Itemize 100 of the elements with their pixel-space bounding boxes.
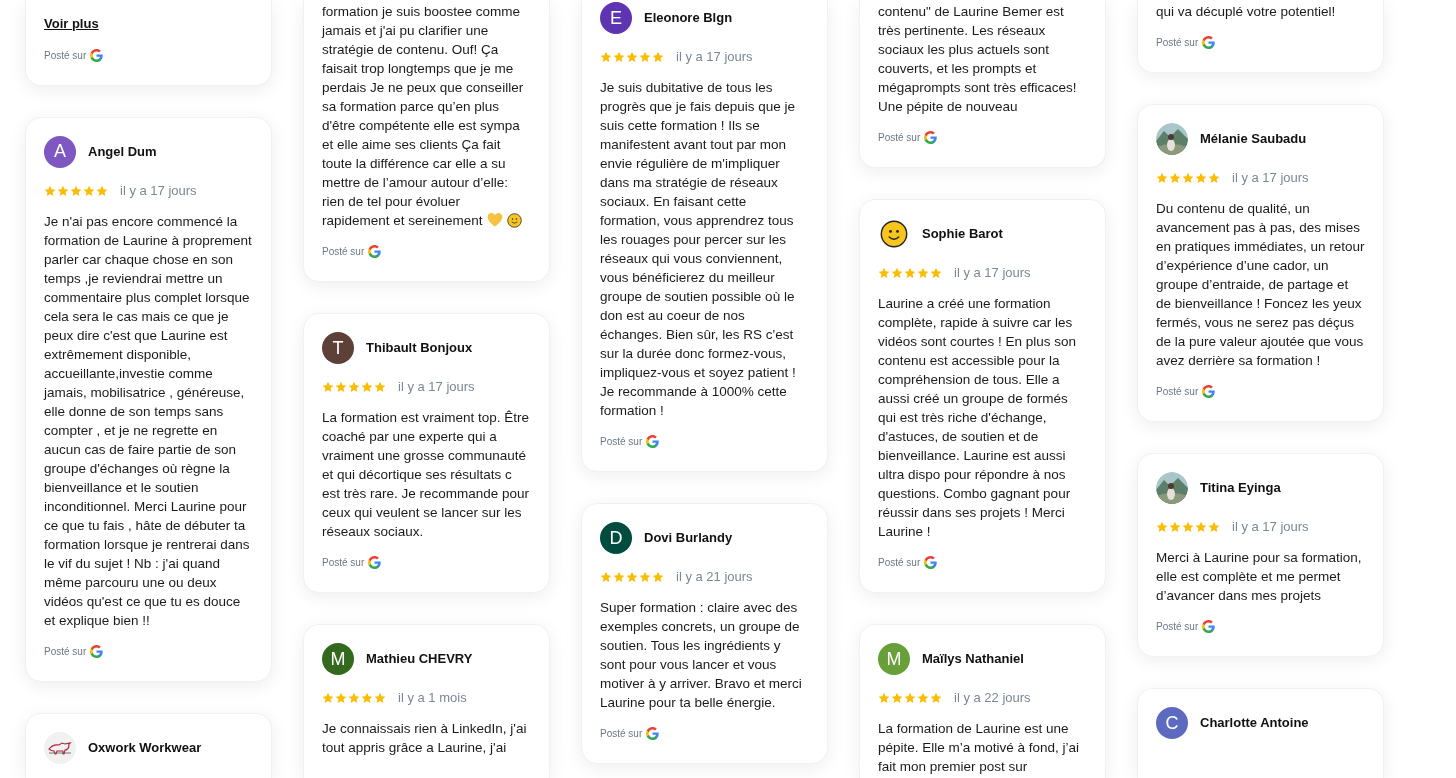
bull-logo-icon [44, 731, 76, 764]
review-date: il y a 1 mois [398, 689, 467, 708]
star-icon [348, 381, 360, 393]
review-text: La formation de Laurine est une pépite. Elle m’a motivé à fond, j’ai fait mon premier post sur [878, 720, 1081, 776]
star-icon [917, 267, 929, 279]
star-icon [626, 51, 638, 63]
star-icon [1156, 172, 1168, 184]
smile-icon [506, 213, 522, 228]
google-icon [924, 131, 938, 144]
star-icon [57, 184, 69, 197]
star-icon [322, 692, 334, 704]
posted-on-label: Posté sur [600, 727, 643, 741]
review-date: il y a 22 jours [954, 689, 1031, 708]
reviewer-name: Titina Eyinga [1200, 479, 1281, 498]
star-icon [891, 267, 903, 279]
posted-on-label: Posté sur [1156, 620, 1199, 634]
review-text: contenu" de Laurine Bemer est très pertinente. Les réseaux sociaux les plus actuels sont couverts, et les prompts et mégaprompts sont très efficaces! Une pépite de nouveau [878, 3, 1078, 116]
posted-on-label: Posté sur [322, 245, 365, 259]
posted-on-label: Posté sur [878, 556, 921, 570]
star-icon [83, 184, 95, 197]
star-icon [44, 184, 56, 197]
reviewer-name: Oxwork Workwear [88, 738, 202, 757]
posted-on-label: Posté sur [1156, 385, 1199, 399]
reviewer-name: Maïlys Nathaniel [922, 650, 1024, 669]
reviewer-name: Eleonore Blgn [644, 9, 733, 28]
posted-on-label: Posté sur [322, 556, 365, 570]
avatar: M [878, 643, 910, 675]
star-icon [904, 692, 916, 704]
posted-on-label: Posté sur [44, 644, 87, 659]
star-icon [930, 692, 942, 704]
review-text: formation je suis boostee comme jamais et j'ai pu clarifier une stratégie de contenu. Ouf! Ça faisait trop longtemps que je me perdais Je ne peux que conseiller sa formation parce qu’en plus d'être compétente elle est sympa et elle aime ses clients Ça fait toute la différence car elle a su mettre de l’amour autour d’elle: rien de tel pour évoluer rapidement et sereinement [322, 3, 525, 230]
star-icon [335, 381, 347, 393]
smiley-avatar-icon [880, 220, 908, 248]
reviewer-name: Angel Dum [88, 142, 157, 161]
star-icon [374, 692, 386, 704]
see-more-link[interactable]: Voir plus [44, 14, 99, 34]
avatar: E [600, 2, 632, 34]
review-text: Je connaissais rien à LinkedIn, j'ai tout appris grâce a Laurine, j'ai [322, 720, 528, 757]
star-icon [1195, 172, 1207, 184]
star-icon [930, 267, 942, 279]
review-date: il y a 17 jours [1232, 518, 1309, 537]
posted-on-label: Posté sur [600, 435, 643, 449]
heart-icon [486, 212, 503, 227]
review-text: Laurine a créé une formation complète, rapide à suivre car les vidéos sont courtes ! En plus son contenu est accessible pour la compréhension de tous. Elle a aussi créé un groupe de formés qui est très riche d'échange, d'astuces, de soutien et de bienveillance. Laurine est aussi ultra dispo pour répondre à nos questions. Combo gagnant pour réussir dans ses projets ! Merci Laurine ! [878, 295, 1078, 541]
review-text: Je suis dubitative de tous les progrès que je fais depuis que je suis cette formation ! Ils se manifestent avant tout par mon envie régulière de m'impliquer dans ma stratégie de réseaux sociaux. En faisant cette formation, vous apprendrez tous les rouages pour percer sur les réseaux qui vous conviennent, vous bénéficierez du meilleur groupe de soutien possible où le don est au coeur de nos échanges. Bien sûr, les RS c'est sur la durée donc formez-vous, impliquez-vous et soyez patient ! Je recommande à 1000% cette formation ! [600, 79, 797, 420]
google-icon [924, 556, 938, 569]
google-icon [1202, 36, 1216, 49]
reviewer-name: Sophie Barot [922, 225, 1003, 244]
review-date: il y a 17 jours [954, 264, 1031, 283]
avatar: T [322, 332, 354, 364]
review-date: il y a 17 jours [120, 181, 197, 200]
star-icon [652, 571, 664, 583]
star-icon [361, 381, 373, 393]
avatar: D [600, 522, 632, 554]
star-icon [1169, 521, 1181, 533]
review-date: il y a 17 jours [676, 48, 753, 67]
posted-on-label: Posté sur [878, 131, 921, 145]
google-icon [646, 435, 660, 448]
review-text: Merci à Laurine pour sa formation, elle est complète et me permet d’avancer dans mes projets [1156, 549, 1363, 605]
star-icon [639, 51, 651, 63]
star-icon [1208, 521, 1220, 533]
avatar: C [1156, 707, 1188, 739]
star-icon [613, 51, 625, 63]
star-icon [1182, 172, 1194, 184]
google-icon [90, 48, 104, 62]
reviewer-name: Mélanie Saubadu [1200, 130, 1307, 149]
star-icon [626, 571, 638, 583]
star-icon [374, 381, 386, 393]
review-text: La formation est vraiment top. Être coaché par une experte qui a vraiment une grosse communauté et qui décortique ses résultats c est très rare. Je recommande pour ceux qui veulent se lancer sur les réseaux sociaux. [322, 409, 531, 541]
google-icon [368, 556, 382, 569]
star-icon [891, 692, 903, 704]
star-icon [878, 267, 890, 279]
google-icon [1202, 620, 1216, 633]
star-icon [1195, 521, 1207, 533]
star-icon [335, 692, 347, 704]
star-icon [70, 184, 82, 197]
star-icon [1182, 521, 1194, 533]
avatar: M [322, 643, 354, 675]
review-text: Je n'ai pas encore commencé la formation de Laurine à proprement parler car chaque chose en son temps ,je reviendrai mettre un commentaire plus complet lorsque cela sera le cas mais ce que je peux dire c'est que Laurine est extrêmement disponible, accueillante,investie comme jamais, mobilisatrice , généreuse, elle donne de son temps sans compter , et je ne regrette en aucun cas de faire partie de son groupe d'échanges où règne la bienveillance et le soutien inconditionnel. Merci Laurine pour ce que tu fais , hâte de débuter ta formation lorsque je rentrerai dans le vif du sujet ! Nb : j'ai quand même parcouru une ou deux vidéos qu'est ce que tu es douce et explique bien !! [44, 212, 253, 630]
review-date: il y a 21 jours [676, 568, 753, 587]
review-date: il y a 17 jours [398, 378, 475, 397]
google-icon [646, 727, 660, 740]
star-icon [639, 571, 651, 583]
review-text: Super formation : claire avec des exemples concrets, un groupe de soutien. Tous les ingrédients y sont pour vous lancer et vous motiver à y arriver. Bravo et merci Laurine pour ta belle énergie. [600, 599, 803, 712]
review-text: Du contenu de qualité, un avancement pas à pas, des mises en pratiques immédiates, un retour d’expérience d’une cador, un groupe d’entraide, de partage et de bienveillance ! Foncez les yeux fermés, vous ne serez pas déçus de la pure valeur ajoutée que vous avez derrière sa formation ! [1156, 200, 1365, 370]
review-date: il y a 17 jours [1232, 169, 1309, 188]
star-icon [1169, 172, 1181, 184]
reviewer-name: Charlotte Antoine [1200, 714, 1309, 733]
star-icon [600, 51, 612, 63]
star-icon [348, 692, 360, 704]
star-icon [1156, 521, 1168, 533]
google-icon [368, 245, 382, 258]
star-icon [652, 51, 664, 63]
posted-on-label: Posté sur [44, 48, 87, 63]
star-icon [904, 267, 916, 279]
star-icon [322, 381, 334, 393]
reviewer-name: Thibault Bonjoux [366, 339, 473, 358]
star-icon [1208, 172, 1220, 184]
posted-on-label: Posté sur [1156, 36, 1199, 50]
reviewer-name: Mathieu CHEVRY [366, 650, 473, 669]
